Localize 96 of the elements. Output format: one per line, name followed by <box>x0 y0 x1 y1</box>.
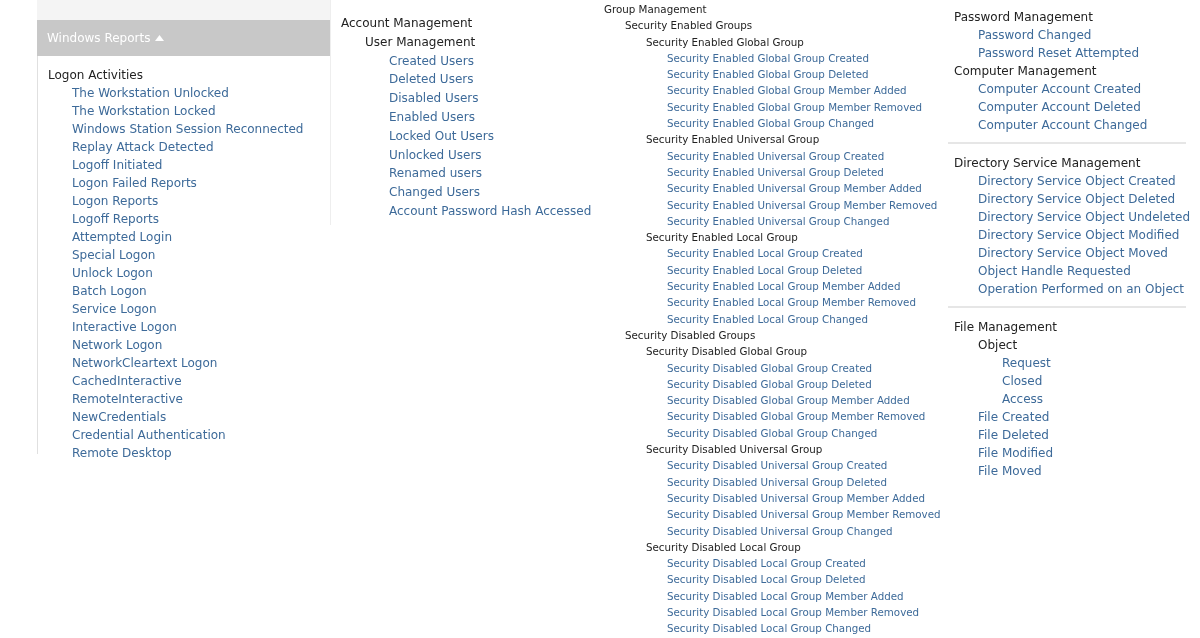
report-link[interactable]: Security Enabled Universal Group Created <box>667 147 948 164</box>
category-heading: Group Management <box>604 2 708 17</box>
report-link[interactable]: Windows Station Session Reconnected <box>72 120 330 138</box>
report-link[interactable]: Security Disabled Universal Group Deleted <box>667 473 948 490</box>
report-link[interactable]: Security Disabled Local Group Created <box>667 555 948 572</box>
report-link[interactable]: Security Disabled Global Group Member Added <box>667 392 948 409</box>
report-link[interactable]: Account Password Hash Accessed <box>389 201 598 221</box>
report-link[interactable]: Security Disabled Local Group Changed <box>667 620 948 637</box>
report-link[interactable]: Disabled Users <box>389 89 598 108</box>
report-link[interactable]: Changed Users <box>389 183 598 202</box>
report-link[interactable]: Logon Reports <box>72 192 330 210</box>
category-heading: Security Disabled Global Group <box>646 344 809 360</box>
report-link[interactable]: Security Enabled Global Group Member Removed <box>667 98 948 116</box>
report-link[interactable]: Security Enabled Universal Group Member Added <box>667 180 948 197</box>
report-link[interactable]: Renamed users <box>389 164 598 184</box>
report-link[interactable]: Locked Out Users <box>389 126 598 146</box>
report-link[interactable]: Security Disabled Global Group Changed <box>667 424 948 441</box>
report-link[interactable]: Unlocked Users <box>389 145 598 165</box>
category-heading: Security Disabled Groups <box>625 327 757 343</box>
caret-icon <box>155 35 165 41</box>
report-link[interactable]: Security Enabled Global Group Created <box>667 49 948 67</box>
report-link[interactable]: Security Enabled Universal Group Deleted <box>667 163 948 181</box>
report-link[interactable]: Credential Authentication <box>72 426 330 444</box>
report-link[interactable]: Security Enabled Local Group Created <box>667 245 948 262</box>
report-link[interactable]: Service Logon <box>72 300 330 318</box>
report-link[interactable]: Security Enabled Local Group Deleted <box>667 261 948 279</box>
report-link[interactable]: Security Disabled Universal Group Member Added <box>667 489 948 507</box>
report-link[interactable]: Batch Logon <box>72 282 330 300</box>
report-link[interactable]: Computer Account Created <box>978 80 1186 98</box>
report-link[interactable]: Access <box>1002 390 1186 408</box>
report-link[interactable]: Operation Performed on an Object <box>978 280 1186 298</box>
report-link[interactable]: Interactive Logon <box>72 318 330 336</box>
category-heading: Security Disabled Local Group <box>646 539 802 555</box>
report-link[interactable]: Logoff Initiated <box>72 156 330 174</box>
report-link[interactable]: Security Enabled Local Group Member Removed <box>667 294 948 311</box>
category-heading: Computer Management <box>954 63 1098 80</box>
report-link[interactable]: CachedInteractive <box>72 372 330 390</box>
report-link[interactable]: NewCredentials <box>72 408 330 426</box>
report-link[interactable]: Security Enabled Universal Group Member Removed <box>667 196 948 213</box>
category-heading: Account Management <box>341 15 474 32</box>
report-link[interactable]: NetworkCleartext Logon <box>72 354 330 372</box>
category-heading: Security Enabled Universal Group <box>646 132 821 148</box>
report-link[interactable]: Unlock Logon <box>72 264 330 282</box>
report-link[interactable]: Enabled Users <box>389 108 598 127</box>
report-link[interactable]: Security Enabled Global Group Deleted <box>667 66 948 83</box>
category-heading: Security Disabled Universal Group <box>646 442 824 457</box>
report-link[interactable]: Password Changed <box>978 26 1186 44</box>
report-link[interactable]: Security Disabled Universal Group Changed <box>667 522 948 539</box>
report-link[interactable]: The Workstation Unlocked <box>72 84 330 102</box>
report-link[interactable]: Security Enabled Global Group Member Added <box>667 82 948 99</box>
report-link[interactable]: Security Enabled Local Group Member Added <box>667 278 948 295</box>
report-link[interactable]: RemoteInteractive <box>72 390 330 408</box>
report-link[interactable]: Directory Service Object Moved <box>978 244 1186 262</box>
report-link[interactable]: Directory Service Object Deleted <box>978 190 1186 208</box>
report-link[interactable]: File Modified <box>978 444 1186 462</box>
report-link[interactable]: Attempted Login <box>72 228 330 246</box>
category-heading: Security Enabled Local Group <box>646 230 799 246</box>
report-link[interactable]: Security Disabled Local Group Deleted <box>667 571 948 588</box>
report-link[interactable]: Security Disabled Local Group Member Added <box>667 587 948 604</box>
category-heading: Security Enabled Groups <box>625 18 754 34</box>
category-heading: Object <box>978 337 1019 354</box>
report-link[interactable]: Closed <box>1002 372 1186 390</box>
report-link[interactable]: Password Reset Attempted <box>978 44 1186 62</box>
category-heading: Logon Activities <box>48 67 144 84</box>
category-heading: Security Enabled Global Group <box>646 34 805 50</box>
report-link[interactable]: Security Disabled Universal Group Created <box>667 457 948 474</box>
report-link[interactable]: Directory Service Object Modified <box>978 226 1186 244</box>
report-link[interactable]: Request <box>1002 354 1186 372</box>
report-link[interactable]: Security Enabled Local Group Changed <box>667 310 948 327</box>
report-link[interactable]: Security Disabled Global Group Deleted <box>667 375 948 393</box>
report-link[interactable]: Deleted Users <box>389 70 598 90</box>
report-link[interactable]: Special Logon <box>72 246 330 264</box>
report-link[interactable]: Computer Account Deleted <box>978 98 1186 116</box>
report-link[interactable]: File Created <box>978 408 1186 426</box>
category-heading: Directory Service Management <box>954 155 1142 172</box>
report-link[interactable]: Security Disabled Local Group Member Removed <box>667 604 948 621</box>
report-link[interactable]: Logon Failed Reports <box>72 174 330 192</box>
report-link[interactable]: Object Handle Requested <box>978 262 1186 280</box>
report-link[interactable]: Security Enabled Global Group Changed <box>667 115 948 132</box>
report-link[interactable]: Security Disabled Universal Group Member Removed <box>667 506 948 523</box>
report-link[interactable]: File Deleted <box>978 426 1186 444</box>
report-link[interactable]: Remote Desktop <box>72 444 330 462</box>
report-link[interactable]: Security Enabled Universal Group Changed <box>667 212 948 230</box>
report-link[interactable]: File Moved <box>978 462 1186 480</box>
report-link[interactable]: Network Logon <box>72 336 330 354</box>
report-link[interactable]: Replay Attack Detected <box>72 138 330 156</box>
report-link[interactable]: Security Disabled Global Group Created <box>667 359 948 376</box>
report-link[interactable]: Directory Service Object Created <box>978 172 1186 190</box>
report-link[interactable]: Created Users <box>389 51 598 71</box>
category-heading: User Management <box>365 33 477 51</box>
report-link[interactable]: Security Disabled Global Group Member Removed <box>667 408 948 425</box>
report-link[interactable]: Logoff Reports <box>72 210 330 228</box>
report-link[interactable]: The Workstation Locked <box>72 102 330 120</box>
report-link[interactable]: Computer Account Changed <box>978 116 1186 134</box>
category-heading: File Management <box>954 319 1058 336</box>
category-heading: Password Management <box>954 9 1094 26</box>
